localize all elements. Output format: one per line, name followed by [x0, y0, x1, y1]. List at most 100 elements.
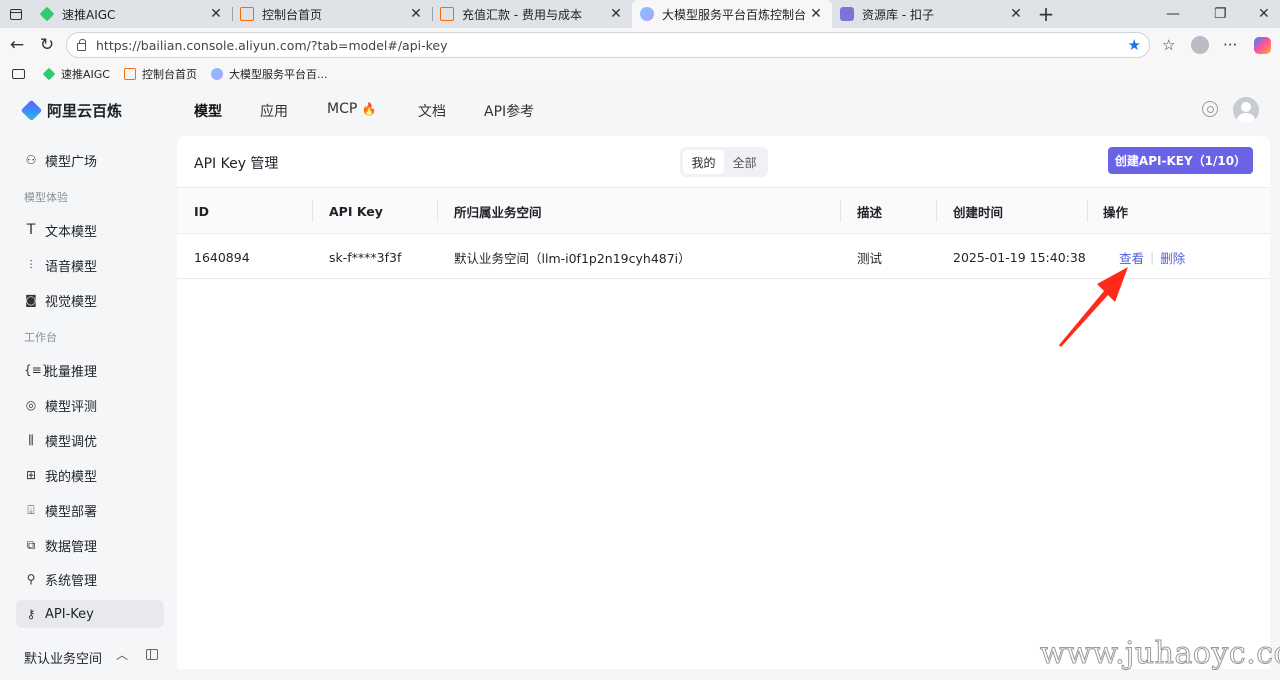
- back-arrow-icon[interactable]: ←: [2, 30, 32, 60]
- browser-tab[interactable]: 资源库 - 扣子 ✕: [832, 0, 1032, 28]
- diamond-icon: [42, 67, 56, 81]
- nav-api-reference[interactable]: API参考: [484, 101, 534, 121]
- nav-mcp[interactable]: MCP 🔥: [327, 101, 377, 117]
- close-icon[interactable]: ✕: [608, 6, 624, 22]
- collections-icon[interactable]: [12, 69, 25, 79]
- sidebar-item-label: 模型调优: [45, 434, 98, 450]
- cell-api-key: sk-f****3f3f: [329, 249, 402, 265]
- column-divider[interactable]: [1087, 200, 1088, 222]
- lock-icon: [77, 38, 86, 51]
- tab-title: 充值汇款 - 费用与成本: [462, 7, 582, 22]
- close-icon[interactable]: ✕: [1008, 6, 1024, 22]
- sidebar-item-vision-model[interactable]: ◙ 视觉模型: [16, 286, 164, 314]
- sidebar-item-api-key[interactable]: ⚷ API-Key: [16, 600, 164, 628]
- cell-id: 1640894: [194, 249, 250, 265]
- deploy-icon: ⍗: [27, 502, 35, 517]
- nav-docs[interactable]: 文档: [418, 101, 446, 121]
- filter-all[interactable]: 全部: [724, 150, 765, 174]
- sidebar-item-batch-inference[interactable]: {≡} 批量推理: [16, 356, 164, 384]
- sidebar-item-text-model[interactable]: T 文本模型: [16, 216, 164, 244]
- bookmarks-bar: 速推AIGC 控制台首页 大模型服务平台百...: [0, 62, 1280, 86]
- sidebar-item-my-models[interactable]: ⊞ 我的模型: [16, 461, 164, 489]
- delete-button[interactable]: 删除: [1160, 248, 1185, 267]
- nav-mcp-label: MCP: [327, 101, 358, 117]
- sidebar-item-model-eval[interactable]: ◎ 模型评测: [16, 391, 164, 419]
- minimize-icon[interactable]: —: [1166, 0, 1180, 28]
- sidebar-item-system-management[interactable]: ⚲ 系统管理: [16, 565, 164, 593]
- aliyun-icon: [440, 7, 454, 21]
- column-divider[interactable]: [936, 200, 937, 222]
- user-icon: ⚲: [26, 572, 36, 586]
- gear-icon[interactable]: [1202, 101, 1218, 117]
- cell-workspace: 默认业务空间（llm-i0f1p2n19cyh487i）: [454, 250, 691, 266]
- sidebar-item-model-deploy[interactable]: ⍗ 模型部署: [16, 496, 164, 524]
- column-header-actions: 操作: [1103, 204, 1129, 220]
- top-nav: 阿里云百炼 模型 应用 MCP 🔥 文档 API参考: [0, 86, 1280, 136]
- bookmark-item[interactable]: 控制台首页: [123, 66, 197, 82]
- column-divider[interactable]: [840, 200, 841, 222]
- sidebar-collapse-icon[interactable]: [146, 649, 158, 660]
- maximize-icon[interactable]: ❐: [1214, 0, 1227, 28]
- flame-icon: 🔥: [361, 102, 377, 116]
- sidebar: ⚇ 模型广场 模型体验 T 文本模型 ⫶ 语音模型 ◙ 视觉模型 工作台 {≡}…: [0, 136, 176, 680]
- camera-icon: ◙: [25, 293, 37, 307]
- page-title: API Key 管理: [194, 156, 279, 172]
- api-key-panel: API Key 管理 我的 全部 创建API-KEY（1/10） ID API …: [177, 136, 1270, 669]
- sidebar-item-label: 我的模型: [45, 469, 98, 485]
- brand-logo[interactable]: 阿里云百炼: [20, 99, 123, 122]
- sidebar-item-data-management[interactable]: ⧉ 数据管理: [16, 531, 164, 559]
- create-api-key-button[interactable]: 创建API-KEY（1/10）: [1108, 147, 1253, 174]
- copilot-icon[interactable]: [1254, 28, 1271, 62]
- close-icon[interactable]: ✕: [408, 6, 424, 22]
- sidebar-item-label: 数据管理: [45, 539, 98, 555]
- brand-name: 阿里云百炼: [47, 102, 123, 120]
- column-header-created: 创建时间: [953, 204, 1004, 220]
- column-divider[interactable]: [312, 200, 313, 222]
- table-header: ID API Key 所归属业务空间 描述 创建时间 操作: [177, 187, 1270, 233]
- reload-icon[interactable]: ↻: [32, 30, 62, 60]
- sidebar-item-label: 语音模型: [45, 259, 98, 275]
- more-icon[interactable]: ···: [1223, 28, 1237, 62]
- sidebar-item-model-tuning[interactable]: ⫼ 模型调优: [16, 426, 164, 454]
- browser-tab[interactable]: 控制台首页 ✕: [232, 0, 432, 28]
- filter-mine[interactable]: 我的: [683, 150, 724, 174]
- column-header-api-key: API Key: [329, 203, 383, 219]
- sidebar-item-label: 模型广场: [45, 154, 98, 170]
- close-icon[interactable]: ✕: [208, 6, 224, 22]
- column-header-workspace: 所归属业务空间: [454, 204, 542, 220]
- browser-tab[interactable]: 充值汇款 - 费用与成本 ✕: [432, 0, 632, 28]
- aliyun-icon: [123, 68, 136, 80]
- annotation-arrow-icon: [1059, 267, 1128, 347]
- tab-title: 控制台首页: [262, 7, 323, 22]
- browser-tab[interactable]: 速推AIGC ✕: [32, 0, 232, 28]
- url-text: https://bailian.console.aliyun.com/?tab=…: [96, 37, 448, 53]
- column-divider[interactable]: [437, 200, 438, 222]
- watermark: www.juhaoyc.com: [1039, 636, 1280, 672]
- workspace-switcher[interactable]: 默认业务空间 ︿: [24, 648, 164, 667]
- close-icon[interactable]: ✕: [808, 6, 824, 22]
- sidebar-item-model-square[interactable]: ⚇ 模型广场: [16, 146, 164, 174]
- profile-icon[interactable]: [1191, 28, 1209, 62]
- chart-icon: ⧉: [26, 537, 36, 552]
- chevron-up-icon[interactable]: ︿: [116, 646, 128, 663]
- coze-icon: [840, 7, 854, 21]
- nav-app[interactable]: 应用: [260, 101, 288, 121]
- browser-tab-active[interactable]: 大模型服务平台百炼控制台 ✕: [632, 0, 832, 28]
- bookmark-star-icon[interactable]: ★: [1128, 36, 1141, 54]
- new-tab-plus-icon[interactable]: +: [1032, 0, 1060, 28]
- aliyun-icon: [240, 7, 254, 21]
- bookmark-item[interactable]: 大模型服务平台百...: [210, 66, 327, 82]
- bailian-icon: [640, 7, 654, 21]
- favorites-icon[interactable]: ☆: [1162, 28, 1175, 62]
- tab-title: 大模型服务平台百炼控制台: [662, 7, 807, 22]
- tab-title: 速推AIGC: [62, 7, 116, 22]
- tab-actions-icon[interactable]: [0, 0, 32, 28]
- batch-icon: {≡}: [24, 363, 50, 377]
- sidebar-item-audio-model[interactable]: ⫶ 语音模型: [16, 251, 164, 279]
- model-square-icon: ⚇: [25, 153, 37, 167]
- address-bar[interactable]: https://bailian.console.aliyun.com/?tab=…: [66, 32, 1150, 58]
- window-close-icon[interactable]: ✕: [1258, 0, 1270, 28]
- nav-model[interactable]: 模型: [194, 101, 222, 121]
- bookmark-item[interactable]: 速推AIGC: [42, 66, 110, 82]
- avatar[interactable]: [1233, 97, 1259, 123]
